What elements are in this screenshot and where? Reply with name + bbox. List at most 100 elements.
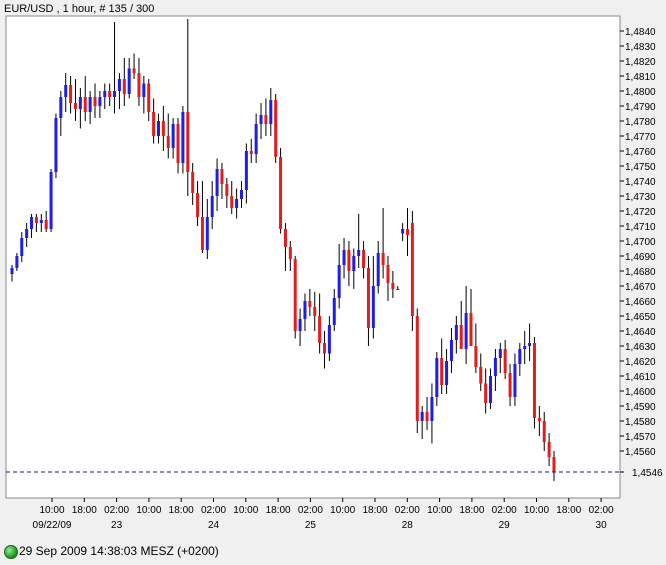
candle-body-down xyxy=(191,172,195,193)
candle-body-down xyxy=(274,100,278,157)
price-tick-label: 1,4700 xyxy=(625,237,656,248)
time-tick-label: 02:00 xyxy=(201,505,226,516)
price-axis: 1,4840 1,4830 1,4820 1,4810 1,4800 1,4790 1,47… xyxy=(620,27,656,458)
candle-body-up xyxy=(498,349,502,358)
candle-body-up xyxy=(489,376,493,403)
candle-body-down xyxy=(391,283,395,289)
time-tick-label: 18:00 xyxy=(556,505,581,516)
candle-body-down xyxy=(459,325,463,349)
candle-body-down xyxy=(108,91,112,97)
chart-window: EUR/USD , 1 hour, # 135 / 300 1,4840 1,48… xyxy=(0,0,666,565)
time-tick-label: 10:00 xyxy=(524,505,549,516)
candle-body-up xyxy=(259,115,263,124)
candle-body-down xyxy=(386,265,390,283)
candle-body-up xyxy=(435,358,439,397)
candle-body-up xyxy=(352,256,356,271)
price-tick-label: 1,4810 xyxy=(625,72,656,83)
candle-body-up xyxy=(528,343,532,346)
candle-body-up xyxy=(244,151,248,190)
candle-body-down xyxy=(264,115,268,124)
price-tick-label: 1,4620 xyxy=(625,357,656,368)
candle-body-down xyxy=(283,229,287,247)
candle-body-up xyxy=(371,286,375,328)
candle-body-up xyxy=(142,83,146,97)
date-label: 23 xyxy=(111,520,123,531)
candle-body-down xyxy=(532,343,536,418)
candle-body-down xyxy=(288,247,292,259)
candle-body-down xyxy=(147,83,151,112)
candle-body-up xyxy=(20,238,24,256)
candle-body-down xyxy=(415,316,419,421)
candle-body-up xyxy=(156,121,160,136)
time-tick-label: 02:00 xyxy=(589,505,614,516)
price-tick-label: 1,4680 xyxy=(625,267,656,278)
candle-body-down xyxy=(410,223,414,316)
candle-body-up xyxy=(49,172,53,229)
price-tick-label: 1,4600 xyxy=(625,387,656,398)
candle-body-down xyxy=(186,112,190,172)
candle-body-down xyxy=(508,373,512,397)
status-text: 29 Sep 2009 14:38:03 MESZ (+0200) xyxy=(19,544,219,558)
candle-body-up xyxy=(25,229,29,238)
candle-body-up xyxy=(430,397,434,421)
price-chart[interactable]: EUR/USD , 1 hour, # 135 / 300 1,48401,48… xyxy=(0,0,666,540)
time-tick-label: 18:00 xyxy=(459,505,484,516)
candle-body-up xyxy=(54,118,58,172)
candle-body-up xyxy=(30,217,34,229)
date-label: 29 xyxy=(499,520,511,531)
candle-body-down xyxy=(152,112,156,136)
time-tick-label: 18:00 xyxy=(169,505,194,516)
candle-body-down xyxy=(225,184,229,196)
candle-body-up xyxy=(337,265,341,298)
time-tick-label: 10:00 xyxy=(330,505,355,516)
candle-body-down xyxy=(132,68,136,73)
candle-body-down xyxy=(552,457,556,472)
candle-body-down xyxy=(547,442,551,457)
candle-body-down xyxy=(196,193,200,217)
candle-body-down xyxy=(347,250,351,271)
candle-body-up xyxy=(210,196,214,217)
candle-body-up xyxy=(171,124,175,148)
candle-body-up xyxy=(215,169,219,196)
time-tick-label: 10:00 xyxy=(39,505,64,516)
date-label: 30 xyxy=(596,520,608,531)
candle-body-down xyxy=(176,124,180,163)
candle-body-down xyxy=(366,268,370,328)
candle-body-up xyxy=(420,412,424,421)
time-tick-label: 18:00 xyxy=(362,505,387,516)
candle-body-down xyxy=(293,259,297,331)
candle-body-up xyxy=(181,112,185,163)
price-tick-label: 1,4830 xyxy=(625,42,656,53)
time-axis: 10:00 18:00 02:00 10:00 18:00 02:00 10:00 18:00… xyxy=(33,498,614,531)
candle-body-up xyxy=(10,268,14,274)
candle-body-up xyxy=(332,298,336,325)
candle-body-down xyxy=(122,79,126,94)
candle-body-down xyxy=(200,217,204,250)
price-tick-label: 1,4730 xyxy=(625,192,656,203)
candle-body-up xyxy=(518,349,522,364)
candle-body-up xyxy=(103,91,107,97)
time-tick-label: 10:00 xyxy=(427,505,452,516)
date-label: 25 xyxy=(305,520,317,531)
candle-body-down xyxy=(503,349,507,373)
price-tick-label: 1,4580 xyxy=(625,417,656,428)
price-tick-label: 1,4840 xyxy=(625,27,656,38)
time-tick-label: 10:00 xyxy=(233,505,258,516)
candle-body-up xyxy=(235,199,239,208)
candle-body-down xyxy=(83,97,87,112)
candle-body-up xyxy=(327,325,331,354)
candle-body-up xyxy=(523,346,527,349)
price-tick-label: 1,4800 xyxy=(625,87,656,98)
price-tick-label: 1,4780 xyxy=(625,117,656,128)
candle-body-up xyxy=(59,97,63,118)
candle-body-up xyxy=(493,358,497,376)
price-tick-label: 1,4790 xyxy=(625,102,656,113)
candle-body-up xyxy=(454,325,458,340)
plot-area xyxy=(5,15,621,499)
time-tick-label: 10:00 xyxy=(136,505,161,516)
time-tick-label: 18:00 xyxy=(72,505,97,516)
price-tick-label: 1,4590 xyxy=(625,402,656,413)
time-tick-label: 02:00 xyxy=(492,505,517,516)
candle-body-down xyxy=(425,412,429,421)
price-tick-label: 1,4660 xyxy=(625,297,656,308)
